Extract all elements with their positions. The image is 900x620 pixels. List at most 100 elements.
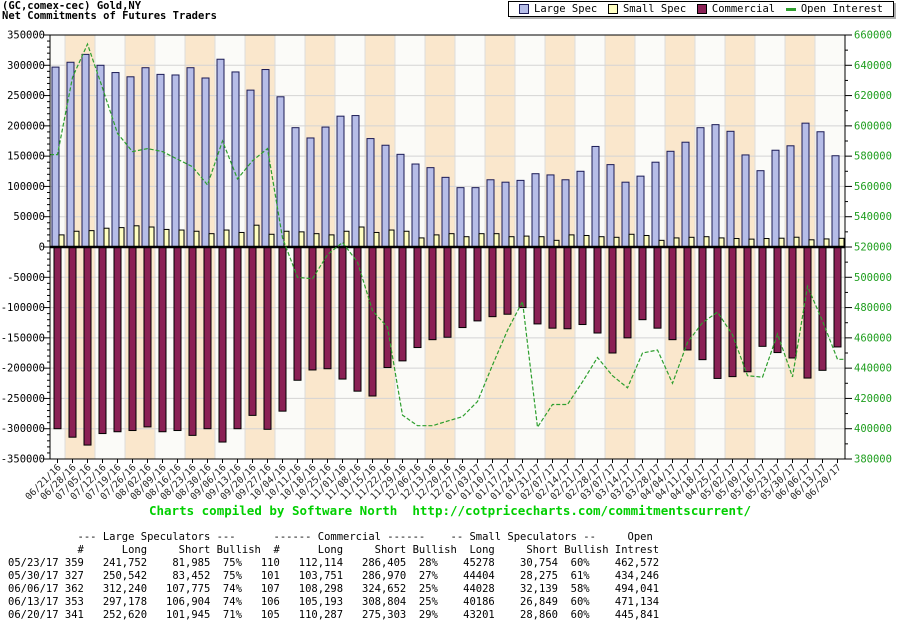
commercial-bar [519,247,526,308]
small-spec-bar [464,237,469,247]
left-axis-label: -150000 [1,332,45,344]
large-spec-bar [427,168,434,247]
large-spec-bar [247,90,254,247]
large-spec-bar [97,65,104,247]
left-axis-label: 50000 [13,211,45,223]
large-spec-bar [322,127,329,247]
large-spec-bar [592,146,599,247]
right-axis-label: 460000 [854,332,892,344]
left-axis-label: 300000 [7,60,45,72]
small-spec-bar [404,231,409,247]
large-spec-bar [577,171,584,247]
large-spec-bar [367,139,374,247]
commercial-bar [324,247,331,369]
right-axis-label: 560000 [854,181,892,193]
large-spec-bar [547,175,554,247]
right-axis-label: 480000 [854,302,892,314]
right-axis-label: 640000 [854,60,892,72]
large-spec-bar [292,128,299,247]
large-spec-bar [727,131,734,247]
chart-canvas: -350000-300000-250000-200000-150000-1000… [0,0,900,530]
commercial-bar [699,247,706,360]
commercial-bar [264,247,271,429]
table-row: 06/13/17 353 297,178 106,904 74% 106 105… [8,596,659,609]
small-spec-bar [479,234,484,247]
small-spec-bar [194,231,199,247]
small-spec-bar [794,237,799,247]
small-spec-bar [89,231,94,247]
large-spec-bar [262,70,269,247]
large-spec-bar [202,78,209,247]
small-spec-bar [329,235,334,247]
small-spec-bar [104,228,109,247]
right-axis-label: 660000 [854,30,892,42]
left-axis-label: -50000 [7,272,45,284]
small-spec-bar [704,237,709,247]
left-axis-label: -350000 [1,454,45,466]
small-spec-bar [254,225,259,247]
commercial-bar [759,247,766,346]
large-spec-bar [337,116,344,247]
right-axis-label: 420000 [854,393,892,405]
small-spec-bar [539,237,544,247]
small-spec-bar [419,238,424,247]
commercial-bar [549,247,556,328]
right-axis-label: 620000 [854,90,892,102]
commercial-bar [369,247,376,396]
right-axis-label: 440000 [854,363,892,375]
small-spec-bar [719,238,724,247]
large-spec-bar [742,155,749,247]
small-spec-bar [314,234,319,247]
commercial-bar [204,247,211,429]
large-spec-bar [442,177,449,247]
commercial-bar [339,247,346,379]
large-spec-bar [52,67,59,247]
commercial-bar [744,247,751,372]
large-spec-bar [712,125,719,247]
cot-chart-page: (GC,comex-cec) Gold,NY Net Commitments o… [0,0,900,620]
large-spec-bar [157,74,164,247]
small-spec-bar [59,235,64,247]
small-spec-bar [509,237,514,247]
commercial-bar [654,247,661,328]
large-spec-bar [127,77,134,247]
large-spec-bar [787,146,794,247]
commercial-bar [504,247,511,314]
commercial-bar [684,247,691,350]
commercial-bar [129,247,136,431]
commercial-bar [384,247,391,368]
large-spec-bar [472,188,479,247]
small-spec-bar [134,226,139,247]
left-axis-label: 350000 [7,30,45,42]
large-spec-bar [607,165,614,247]
small-spec-bar [839,238,844,247]
small-spec-bar [434,235,439,247]
commercial-bar [219,247,226,442]
small-spec-bar [569,235,574,247]
left-axis-label: -300000 [1,423,45,435]
commercial-bar [489,247,496,317]
left-axis-label: -250000 [1,393,45,405]
right-axis-label: 580000 [854,151,892,163]
right-axis-label: 600000 [854,120,892,132]
small-spec-bar [629,234,634,247]
large-spec-bar [667,151,674,247]
table-row: 05/30/17 327 250,542 83,452 75% 101 103,… [8,570,659,583]
large-spec-bar [307,138,314,247]
large-spec-bar [772,150,779,247]
watermark-text: Charts compiled by Software North http:/… [0,503,900,518]
large-spec-bar [397,154,404,247]
small-spec-bar [599,237,604,247]
commercial-bar [459,247,466,328]
commercial-bar [414,247,421,348]
small-spec-bar [269,234,274,247]
right-axis-label: 540000 [854,211,892,223]
commercial-bar [144,247,151,427]
large-spec-bar [412,164,419,247]
left-axis-label: 0 [39,242,45,254]
small-spec-bar [524,236,529,247]
small-spec-bar [449,234,454,247]
commercial-bar [249,247,256,415]
commercial-bar [579,247,586,325]
table-row: 05/23/17 359 241,752 81,985 75% 110 112,… [8,557,659,570]
